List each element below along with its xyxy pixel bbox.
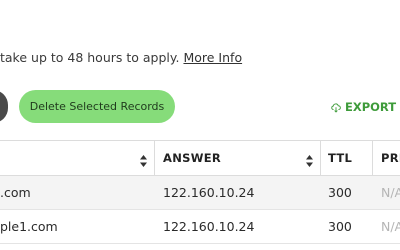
- host-cell: .com: [0, 185, 31, 200]
- ttl-cell: 300: [328, 219, 352, 234]
- header-answer[interactable]: ANSWER: [163, 141, 221, 175]
- answer-cell: 122.160.10.24: [163, 185, 255, 200]
- export-dns-button[interactable]: EXPORT DN: [331, 100, 400, 114]
- more-info-link[interactable]: More Info: [183, 50, 242, 65]
- cloud-download-icon: [331, 102, 341, 113]
- column-divider: [320, 141, 321, 175]
- table-row[interactable]: ple1.com 122.160.10.24 300 N/A: [0, 210, 400, 244]
- delete-selected-records-button[interactable]: Delete Selected Records: [19, 90, 175, 123]
- partial-dark-button[interactable]: [0, 90, 8, 123]
- propagation-notice: take up to 48 hours to apply. More Info: [0, 50, 242, 65]
- priority-cell: N/A: [381, 185, 400, 200]
- ttl-cell: 300: [328, 185, 352, 200]
- dns-records-table: ANSWER TTL PRI .com 122.160.10.24 300 N/…: [0, 140, 400, 244]
- priority-cell: N/A: [381, 219, 400, 234]
- export-label: EXPORT DN: [345, 100, 400, 114]
- column-divider: [372, 141, 373, 175]
- host-cell: ple1.com: [0, 219, 58, 234]
- table-row[interactable]: .com 122.160.10.24 300 N/A: [0, 176, 400, 210]
- header-ttl[interactable]: TTL: [328, 141, 352, 175]
- header-priority[interactable]: PRI: [381, 141, 400, 175]
- column-divider: [154, 141, 155, 175]
- sort-answer-icon[interactable]: [306, 152, 313, 167]
- sort-host-icon[interactable]: [140, 152, 147, 167]
- notice-text: take up to 48 hours to apply.: [0, 50, 180, 65]
- answer-cell: 122.160.10.24: [163, 219, 255, 234]
- table-header: ANSWER TTL PRI: [0, 140, 400, 176]
- dns-records-page: take up to 48 hours to apply. More Info …: [0, 0, 400, 250]
